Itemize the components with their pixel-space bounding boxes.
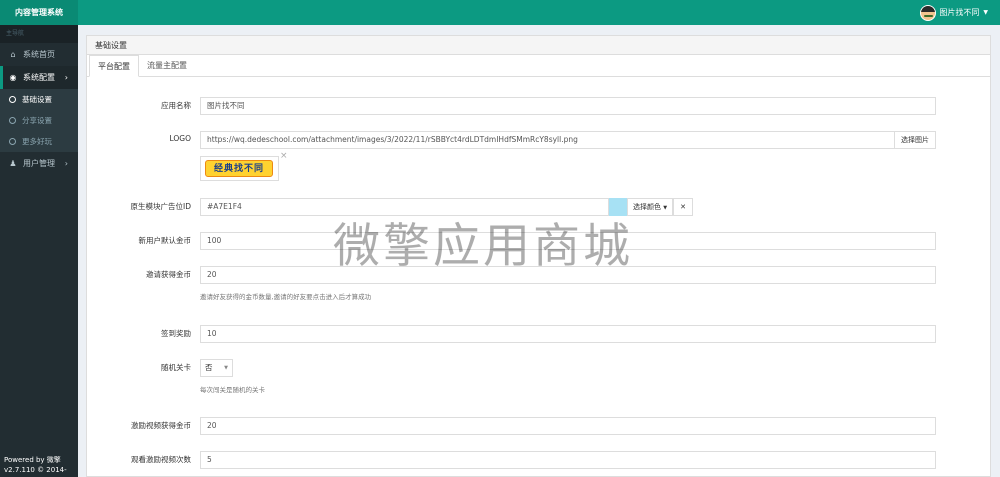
new-user-coins-label: 新用户默认金币	[138, 236, 192, 245]
sidebar: 主导航 ⌂ 系统首页 ◉ 系统配置 › 基础设置 分享设置 更多好玩 ♟ 用户管…	[0, 25, 78, 477]
sidebar-subitem-label: 分享设置	[22, 116, 52, 125]
sidebar-header: 主导航	[0, 25, 78, 43]
logo-url-input[interactable]: https://wq.dedeschool.com/attachment/ima…	[200, 131, 895, 149]
caret-down-icon: ▼	[663, 205, 668, 211]
tab-bar: 平台配置 流量主配置	[87, 55, 990, 77]
panel-title: 基础设置	[87, 36, 990, 55]
logo-thumbnail: 经典找不同	[200, 156, 279, 181]
choose-image-button[interactable]: 选择图片	[894, 131, 936, 149]
circle-icon	[9, 117, 16, 124]
choose-color-button[interactable]: 选择颜色 ▼	[627, 198, 673, 216]
user-avatar	[920, 4, 937, 21]
app-name-label: 应用名称	[161, 101, 191, 110]
app-logo[interactable]: 内容管理系统	[0, 0, 78, 25]
sidebar-item-label: 用户管理	[23, 159, 55, 168]
caret-down-icon: ▼	[224, 365, 228, 371]
video-views-input[interactable]: 5	[200, 451, 936, 469]
video-coins-label: 激励视频获得金币	[131, 421, 191, 430]
sidebar-item-users[interactable]: ♟ 用户管理 ›	[0, 152, 78, 175]
user-name: 图片找不同	[939, 8, 980, 17]
checkin-reward-input[interactable]: 10	[200, 325, 936, 343]
sidebar-item-system-config[interactable]: ◉ 系统配置 ›	[0, 66, 78, 89]
clear-color-button[interactable]: ✕	[673, 198, 693, 216]
sidebar-subitem-more-fun[interactable]: 更多好玩	[0, 131, 78, 152]
tab-platform-config[interactable]: 平台配置	[89, 55, 139, 77]
sidebar-subitem-label: 基础设置	[22, 95, 52, 104]
sidebar-item-label: 系统首页	[23, 50, 55, 59]
circle-icon	[9, 138, 16, 145]
random-level-help: 每次闯关是随机的关卡	[200, 386, 265, 394]
ad-unit-label: 原生模块广告位ID	[130, 202, 192, 211]
users-icon: ♟	[9, 159, 17, 168]
invite-coins-label: 邀请获得金币	[146, 270, 191, 279]
sidebar-subitem-basic-settings[interactable]: 基础设置	[0, 89, 78, 110]
random-level-select[interactable]: 否 ▼	[200, 359, 233, 377]
random-level-value: 否	[205, 363, 213, 372]
sidebar-item-label: 系统配置	[23, 73, 55, 82]
sidebar-item-home[interactable]: ⌂ 系统首页	[0, 43, 78, 66]
logo-thumbnail-image: 经典找不同	[205, 160, 273, 177]
footer-powered-by: Powered by 微擎	[4, 456, 61, 464]
chevron-right-icon: ›	[64, 159, 68, 168]
chevron-right-icon: ›	[64, 73, 68, 82]
circle-icon	[9, 96, 16, 103]
video-views-label: 观看激励视频次数	[131, 455, 191, 464]
invite-coins-help: 邀请好友获得的金币数量,邀请的好友要点击进入后才算成功	[200, 293, 372, 301]
sidebar-footer: Powered by 微擎 v2.7.110 © 2014-	[0, 455, 78, 475]
checkin-reward-label: 签到奖励	[161, 329, 191, 338]
remove-logo-icon[interactable]: ×	[280, 151, 288, 161]
sidebar-subitem-label: 更多好玩	[22, 137, 52, 146]
sidebar-subitem-share-settings[interactable]: 分享设置	[0, 110, 78, 131]
dashboard-icon: ◉	[9, 73, 17, 82]
app-name-input[interactable]: 图片找不同	[200, 97, 936, 115]
home-icon: ⌂	[10, 50, 16, 59]
user-menu[interactable]: 图片找不同 ▼	[920, 0, 988, 25]
choose-color-label: 选择颜色	[632, 203, 661, 211]
tab-traffic-config[interactable]: 流量主配置	[139, 55, 195, 77]
top-navbar: 内容管理系统 图片找不同 ▼	[0, 0, 1000, 25]
footer-version: v2.7.110 © 2014-	[4, 466, 67, 474]
watermark: 微擎应用商城	[333, 219, 633, 274]
video-coins-input[interactable]: 20	[200, 417, 936, 435]
caret-down-icon: ▼	[983, 9, 988, 16]
random-level-label: 随机关卡	[161, 363, 191, 372]
logo-label: LOGO	[169, 134, 191, 143]
